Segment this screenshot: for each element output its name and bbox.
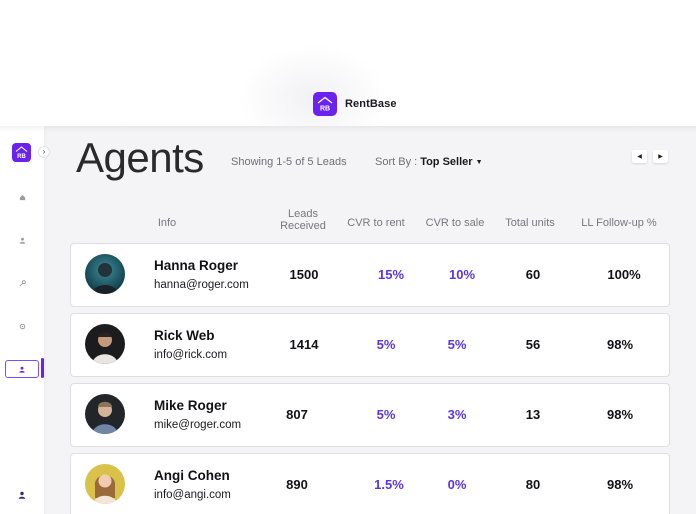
chevron-right-icon: › bbox=[42, 147, 46, 156]
ll-followup: 98% bbox=[606, 477, 634, 492]
cvr-to-sale: 3% bbox=[447, 407, 467, 422]
table-row[interactable]: Rick Web info@rick.com 1414 5% 5% 56 98% bbox=[70, 313, 670, 377]
agent-name: Rick Web bbox=[154, 328, 215, 343]
cvr-to-sale: 10% bbox=[448, 267, 476, 282]
svg-text:RB: RB bbox=[320, 106, 330, 113]
page-title: Agents bbox=[76, 134, 204, 181]
cvr-to-rent: 1.5% bbox=[374, 477, 404, 492]
column-header-info: Info bbox=[157, 217, 177, 229]
sidebar-item-agents[interactable] bbox=[5, 360, 39, 378]
results-count: Showing 1-5 of 5 Leads bbox=[231, 156, 347, 168]
agent-name: Hanna Roger bbox=[154, 258, 239, 273]
sidebar-item-key[interactable] bbox=[16, 277, 28, 289]
sidebar-expand-toggle[interactable]: › bbox=[38, 146, 50, 158]
sidebar-item-settings[interactable] bbox=[16, 320, 28, 332]
agent-name: Mike Roger bbox=[154, 398, 227, 413]
column-header-cvr-sale: CVR to sale bbox=[425, 217, 485, 229]
cvr-to-sale: 5% bbox=[447, 337, 467, 352]
agent-email: mike@roger.com bbox=[154, 419, 242, 431]
avatar bbox=[85, 394, 125, 434]
ll-followup: 98% bbox=[606, 407, 634, 422]
ll-followup: 100% bbox=[607, 267, 641, 282]
key-icon bbox=[19, 279, 26, 286]
triangle-left-icon: ◀ bbox=[637, 154, 642, 160]
column-header-followup: LL Follow-up % bbox=[581, 217, 657, 229]
brand-name: RentBase bbox=[345, 98, 397, 110]
app-frame: RB › Agents Showing 1-5 of 5 Leads Sort … bbox=[0, 126, 696, 514]
user-icon bbox=[19, 237, 25, 244]
sidebar-item-home[interactable] bbox=[16, 191, 28, 203]
column-header-leads: Leads Received bbox=[273, 208, 333, 232]
brand-logo: RB bbox=[313, 92, 337, 116]
column-header-cvr-rent: CVR to rent bbox=[347, 217, 405, 229]
agent-name: Angi Cohen bbox=[154, 468, 230, 483]
sidebar-item-profile[interactable] bbox=[16, 489, 28, 501]
sidebar-item-user[interactable] bbox=[16, 234, 28, 246]
table-row[interactable]: Angi Cohen info@angi.com 890 1.5% 0% 80 … bbox=[70, 453, 670, 514]
total-units: 56 bbox=[525, 337, 541, 352]
cvr-to-rent: 15% bbox=[377, 267, 405, 282]
house-icon: RB bbox=[317, 96, 333, 113]
profile-icon bbox=[18, 491, 26, 499]
column-header-leads-line2: Received bbox=[280, 220, 326, 232]
avatar bbox=[85, 324, 125, 364]
sort-dropdown[interactable]: Sort By : Top Seller ▼ bbox=[375, 156, 483, 168]
cvr-to-rent: 5% bbox=[376, 337, 396, 352]
caret-down-icon: ▼ bbox=[475, 158, 483, 166]
settings-icon bbox=[19, 323, 25, 329]
sidebar-active-indicator bbox=[41, 358, 44, 378]
sort-label: Sort By : bbox=[375, 156, 418, 168]
agent-email: hanna@roger.com bbox=[154, 279, 249, 291]
total-units: 60 bbox=[525, 267, 541, 282]
ll-followup: 98% bbox=[606, 337, 634, 352]
table-row[interactable]: Mike Roger mike@roger.com 807 5% 3% 13 9… bbox=[70, 383, 670, 447]
cvr-to-rent: 5% bbox=[376, 407, 396, 422]
triangle-right-icon: ▶ bbox=[658, 154, 663, 160]
sidebar-logo[interactable]: RB bbox=[12, 143, 31, 162]
leads-received: 1414 bbox=[289, 337, 319, 352]
next-page-button[interactable]: ▶ bbox=[653, 150, 668, 163]
leads-received: 807 bbox=[286, 407, 308, 422]
avatar bbox=[85, 464, 125, 504]
total-units: 13 bbox=[525, 407, 541, 422]
agent-email: info@rick.com bbox=[154, 349, 228, 361]
agent-email: info@angi.com bbox=[154, 489, 231, 501]
svg-text:RB: RB bbox=[17, 154, 26, 160]
previous-page-button[interactable]: ◀ bbox=[632, 150, 647, 163]
home-icon bbox=[19, 194, 25, 200]
total-units: 80 bbox=[525, 477, 541, 492]
house-icon: RB bbox=[15, 146, 28, 160]
sidebar: RB › bbox=[0, 126, 50, 514]
column-header-leads-line1: Leads bbox=[288, 208, 318, 220]
column-header-total-units: Total units bbox=[505, 217, 555, 229]
agents-icon bbox=[19, 366, 25, 373]
cvr-to-sale: 0% bbox=[447, 477, 467, 492]
leads-received: 1500 bbox=[289, 267, 319, 282]
leads-received: 890 bbox=[286, 477, 308, 492]
brand: RB RentBase bbox=[313, 92, 397, 116]
sort-value: Top Seller bbox=[420, 156, 473, 168]
avatar bbox=[85, 254, 125, 294]
table-row[interactable]: Hanna Roger hanna@roger.com 1500 15% 10%… bbox=[70, 243, 670, 307]
